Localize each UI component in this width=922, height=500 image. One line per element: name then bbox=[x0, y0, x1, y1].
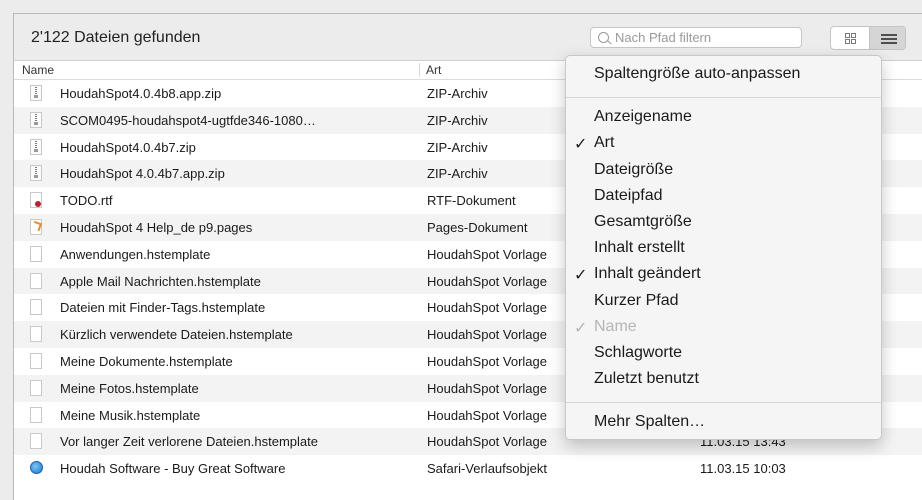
column-options-menu: Spaltengröße auto-anpassen Anzeigename ✓ A… bbox=[565, 55, 882, 440]
file-name: Houdah Software - Buy Great Software bbox=[60, 461, 286, 477]
list-view-icon bbox=[881, 34, 897, 44]
document-icon bbox=[30, 272, 42, 289]
file-type: HoudahSpot Vorlage bbox=[427, 327, 547, 343]
zip-file-icon bbox=[30, 85, 42, 101]
list-view-button[interactable] bbox=[869, 27, 905, 49]
checkmark-icon: ✓ bbox=[574, 136, 588, 153]
safari-history-icon bbox=[30, 461, 43, 475]
toolbar: 2'122 Dateien gefunden bbox=[14, 14, 922, 61]
file-name: Meine Musik.hstemplate bbox=[60, 407, 201, 423]
menu-item-column-toggle[interactable]: Schlagworte bbox=[594, 344, 682, 362]
menu-separator bbox=[566, 97, 881, 98]
document-icon bbox=[30, 299, 42, 316]
document-icon bbox=[30, 433, 42, 450]
menu-item-column-toggle[interactable]: Kurzer Pfad bbox=[594, 292, 678, 310]
file-name: Vor langer Zeit verlorene Dateien.hstemp… bbox=[60, 434, 318, 450]
zip-file-icon bbox=[30, 111, 42, 128]
menu-item-column-toggle[interactable]: Gesamtgröße bbox=[594, 213, 692, 231]
file-type: HoudahSpot Vorlage bbox=[427, 434, 547, 450]
file-name: SCOM0495-houdahspot4-ugtfde346-1080… bbox=[60, 112, 316, 128]
column-divider[interactable] bbox=[419, 63, 420, 77]
file-name: Dateien mit Finder-Tags.hstemplate bbox=[60, 300, 266, 316]
menu-item-column-toggle[interactable]: Inhalt erstellt bbox=[594, 239, 685, 257]
view-mode-switch bbox=[830, 26, 906, 50]
file-type: HoudahSpot Vorlage bbox=[427, 353, 547, 369]
menu-item-column-toggle[interactable]: Art bbox=[594, 134, 614, 152]
file-type: Pages-Dokument bbox=[427, 219, 528, 235]
grid-view-icon bbox=[845, 33, 856, 44]
document-icon bbox=[30, 326, 42, 343]
file-type: HoudahSpot Vorlage bbox=[427, 407, 547, 423]
file-row[interactable]: Houdah Software - Buy Great Software Safa… bbox=[14, 455, 922, 482]
document-icon bbox=[30, 245, 42, 262]
path-filter-input[interactable] bbox=[615, 28, 795, 47]
file-type: HoudahSpot Vorlage bbox=[427, 300, 547, 316]
menu-item-column-toggle[interactable]: Zuletzt benutzt bbox=[594, 370, 699, 388]
document-icon bbox=[30, 379, 42, 396]
file-date: 11.03.15 10:03 bbox=[700, 461, 786, 477]
file-name: Apple Mail Nachrichten.hstemplate bbox=[60, 273, 261, 289]
menu-item-autosize-columns[interactable]: Spaltengröße auto-anpassen bbox=[594, 65, 800, 83]
grid-view-button[interactable] bbox=[831, 27, 869, 49]
file-name: HoudahSpot4.0.4b7.zip bbox=[60, 139, 196, 155]
file-type: RTF-Dokument bbox=[427, 193, 516, 209]
zip-file-icon bbox=[30, 138, 42, 155]
file-name: Anwendungen.hstemplate bbox=[60, 246, 211, 262]
menu-item-column-toggle: Name bbox=[594, 318, 637, 335]
file-type: HoudahSpot Vorlage bbox=[427, 380, 547, 396]
menu-item-column-toggle[interactable]: Inhalt geändert bbox=[594, 265, 701, 283]
file-name: TODO.rtf bbox=[60, 193, 113, 209]
menu-separator bbox=[566, 402, 881, 403]
rtf-file-icon bbox=[30, 192, 42, 209]
menu-item-column-toggle[interactable]: Anzeigename bbox=[594, 108, 692, 126]
menu-item-column-toggle[interactable]: Dateipfad bbox=[594, 187, 663, 205]
file-type: ZIP-Archiv bbox=[427, 139, 488, 155]
checkmark-icon: ✓ bbox=[574, 320, 588, 337]
search-icon bbox=[598, 32, 609, 43]
file-name: Meine Dokumente.hstemplate bbox=[60, 353, 233, 369]
result-count: 2'122 Dateien gefunden bbox=[31, 29, 201, 46]
column-header-name[interactable]: Name bbox=[22, 63, 54, 77]
column-header-type[interactable]: Art bbox=[426, 63, 441, 77]
zip-file-icon bbox=[30, 165, 42, 182]
file-name: Kürzlich verwendete Dateien.hstemplate bbox=[60, 327, 293, 343]
document-icon bbox=[30, 352, 42, 369]
file-type: ZIP-Archiv bbox=[427, 166, 488, 182]
file-type: Safari-Verlaufsobjekt bbox=[427, 461, 547, 477]
file-type: ZIP-Archiv bbox=[427, 112, 488, 128]
file-type: HoudahSpot Vorlage bbox=[427, 246, 547, 262]
file-name: HoudahSpot 4.0.4b7.app.zip bbox=[60, 166, 225, 182]
document-icon bbox=[30, 406, 42, 423]
file-name: HoudahSpot4.0.4b8.app.zip bbox=[60, 86, 222, 101]
file-name: HoudahSpot 4 Help_de p9.pages bbox=[60, 219, 253, 235]
menu-item-more-columns[interactable]: Mehr Spalten… bbox=[594, 413, 705, 431]
pages-file-icon bbox=[30, 218, 42, 235]
file-type: ZIP-Archiv bbox=[427, 86, 488, 101]
menu-item-column-toggle[interactable]: Dateigröße bbox=[594, 161, 673, 179]
file-type: HoudahSpot Vorlage bbox=[427, 273, 547, 289]
path-filter-field[interactable] bbox=[590, 27, 802, 48]
file-name: Meine Fotos.hstemplate bbox=[60, 380, 199, 396]
checkmark-icon: ✓ bbox=[574, 267, 588, 284]
